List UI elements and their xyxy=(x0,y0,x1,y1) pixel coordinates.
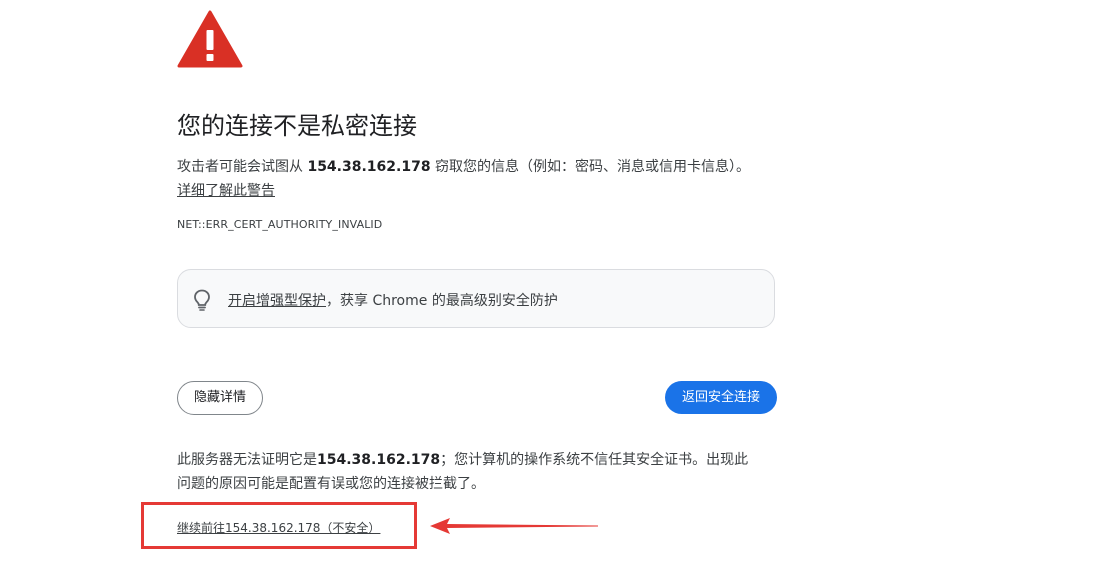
annotation-arrow-icon xyxy=(430,518,598,534)
promo-suffix: ，获享 Chrome 的最高级别安全防护 xyxy=(326,293,558,309)
enhanced-protection-link[interactable]: 开启增强型保护 xyxy=(228,293,326,309)
enhanced-protection-promo: 开启增强型保护，获享 Chrome 的最高级别安全防护 xyxy=(177,269,775,328)
details-line1-suffix: ；您计算机的操作系统不信任其安全证书。出现此 xyxy=(440,452,749,468)
annotation-highlight-box xyxy=(141,502,417,549)
page-title: 您的连接不是私密连接 xyxy=(177,112,417,140)
interstitial-page: 您的连接不是私密连接 攻击者可能会试图从 154.38.162.178 窃取您的… xyxy=(0,0,1109,564)
warning-description: 攻击者可能会试图从 154.38.162.178 窃取您的信息（例如：密码、消息… xyxy=(177,155,797,203)
details-text: 此服务器无法证明它是154.38.162.178；您计算机的操作系统不信任其安全… xyxy=(177,448,787,496)
description-host: 154.38.162.178 xyxy=(307,159,431,175)
description-suffix: 窃取您的信息（例如：密码、消息或信用卡信息）。 xyxy=(430,159,751,175)
lightbulb-icon xyxy=(194,289,210,311)
error-code: NET::ERR_CERT_AUTHORITY_INVALID xyxy=(177,218,383,231)
warning-triangle-icon xyxy=(177,10,243,68)
details-prefix: 此服务器无法证明它是 xyxy=(177,452,317,468)
hide-details-button[interactable]: 隐藏详情 xyxy=(177,381,263,415)
details-host: 154.38.162.178 xyxy=(317,452,441,468)
promo-text: 开启增强型保护，获享 Chrome 的最高级别安全防护 xyxy=(228,290,558,310)
description-prefix: 攻击者可能会试图从 xyxy=(177,159,308,175)
learn-more-link[interactable]: 详细了解此警告 xyxy=(177,183,275,199)
details-line2: 问题的原因可能是配置有误或您的连接被拦截了。 xyxy=(177,476,485,492)
back-to-safety-button[interactable]: 返回安全连接 xyxy=(665,381,777,414)
